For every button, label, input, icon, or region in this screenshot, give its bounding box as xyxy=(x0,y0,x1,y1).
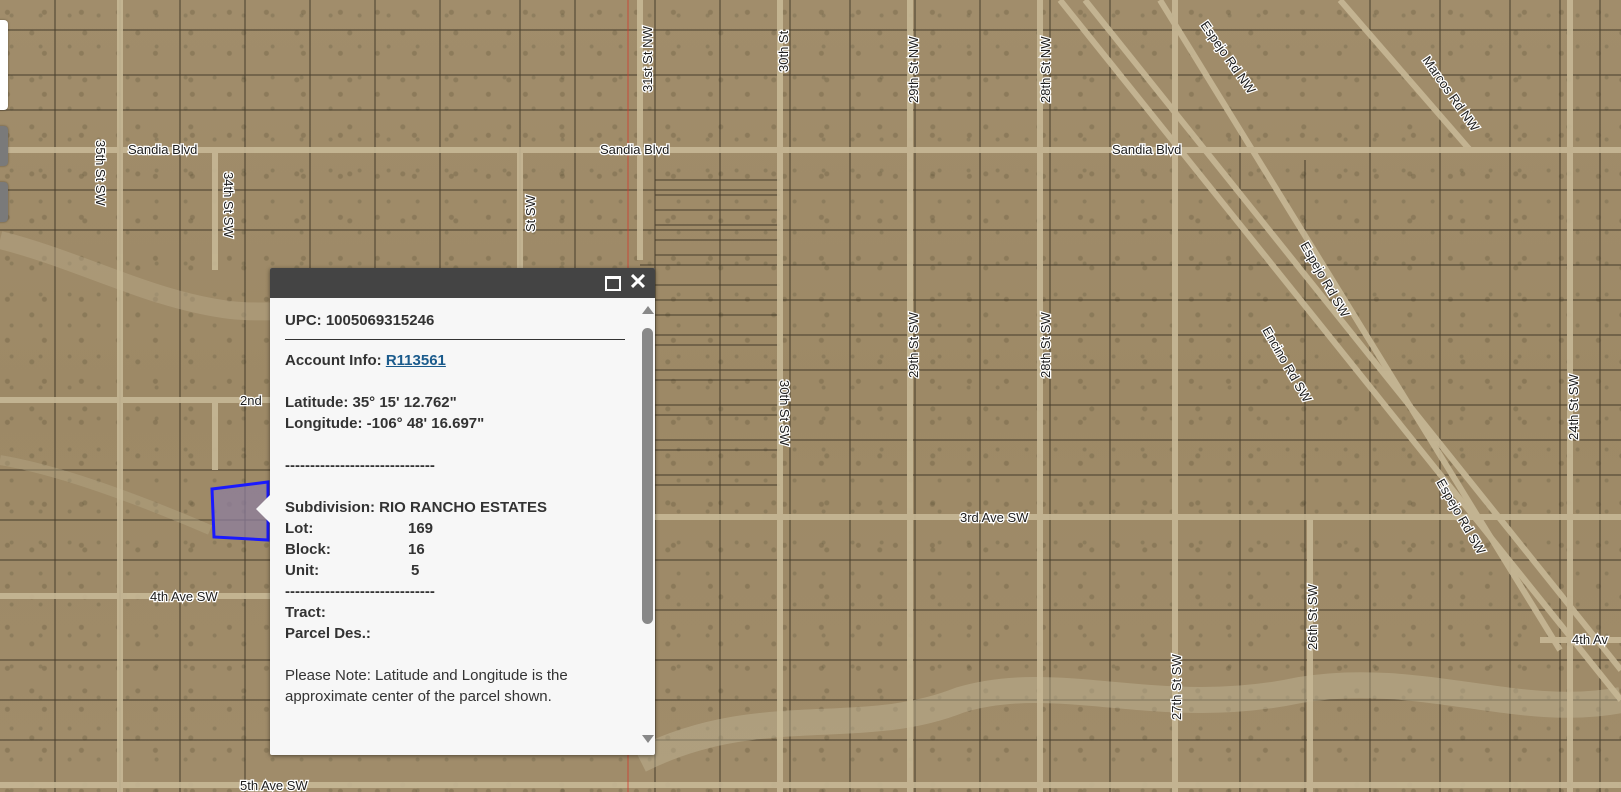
popup-scrollbar[interactable] xyxy=(640,298,655,755)
longitude-text: Longitude: -106° 48' 16.697" xyxy=(285,415,485,432)
road-label: Sandia Blvd xyxy=(1112,142,1181,157)
road-label: 4th Ave SW xyxy=(150,589,218,604)
account-label: Account Info: xyxy=(285,352,386,369)
tract-label: Tract: xyxy=(285,604,326,621)
parcel-info-popup[interactable]: ✕ UPC: 1005069315246 Account Info: R1135… xyxy=(256,268,655,755)
subdivision-text: Subdivision: RIO RANCHO ESTATES xyxy=(285,499,547,516)
road-label: 28th St SW xyxy=(1038,312,1053,378)
map-tool-button[interactable] xyxy=(0,182,8,222)
unit-label: Unit: xyxy=(285,562,320,579)
road-label: 29th St SW xyxy=(906,312,921,378)
road-label: Sandia Blvd xyxy=(128,142,197,157)
road-label: 24th St SW xyxy=(1566,374,1581,440)
lot-label: Lot: xyxy=(285,520,314,537)
lot-row: Lot: 169 xyxy=(285,518,640,539)
popup-pointer xyxy=(256,495,270,523)
road-label: 29th St NW xyxy=(906,36,921,103)
block-value: 16 xyxy=(408,541,425,558)
upc-text: UPC: 1005069315246 xyxy=(285,310,625,340)
road-label: Encino Rd SW xyxy=(1259,324,1315,405)
scroll-down-icon[interactable] xyxy=(642,735,654,743)
road-label: 30th St xyxy=(776,30,791,72)
parcel-des-label: Parcel Des.: xyxy=(285,625,371,642)
road-label: 2nd xyxy=(240,393,262,408)
road-label: 28th St NW xyxy=(1038,36,1053,103)
separator: ------------------------------ xyxy=(285,583,435,600)
road-label: 3rd Ave SW xyxy=(960,510,1029,525)
separator: ------------------------------ xyxy=(285,457,435,474)
road-label: Marcos Rd NW xyxy=(1420,53,1483,134)
road-label: 30th St SW xyxy=(777,380,792,446)
unit-value: 5 xyxy=(411,562,420,579)
road-label: 34th St SW xyxy=(221,172,236,238)
wash xyxy=(634,672,1621,772)
account-link[interactable]: R113561 xyxy=(386,352,446,369)
road-label: 26th St SW xyxy=(1305,584,1320,650)
popup-header: ✕ xyxy=(270,268,655,298)
close-icon[interactable]: ✕ xyxy=(627,271,649,293)
scroll-thumb[interactable] xyxy=(642,328,653,624)
road-label: 4th Av xyxy=(1572,632,1608,647)
map-tool-button[interactable] xyxy=(0,126,8,166)
map-view[interactable]: Sandia Blvd Sandia Blvd Sandia Blvd 2nd … xyxy=(0,0,1621,792)
note-text: Please Note: Latitude and Longitude is t… xyxy=(285,667,568,705)
zoom-control[interactable] xyxy=(0,20,8,110)
maximize-icon[interactable] xyxy=(605,276,621,291)
block-row: Block: 16 xyxy=(285,539,640,560)
unit-row: Unit: 5 xyxy=(285,560,640,581)
latitude-text: Latitude: 35° 15' 12.762" xyxy=(285,394,457,411)
road-label: Sandia Blvd xyxy=(600,142,669,157)
road-label: 27th St SW xyxy=(1169,654,1184,720)
road-label: 31st St NW xyxy=(640,26,655,92)
block-label: Block: xyxy=(285,541,331,558)
road-label: 35th St SW xyxy=(93,140,108,206)
map-canvas[interactable]: Sandia Blvd Sandia Blvd Sandia Blvd 2nd … xyxy=(0,0,1621,792)
account-info: Account Info: R113561 xyxy=(285,350,640,371)
scroll-up-icon[interactable] xyxy=(642,306,654,314)
road-label: St SW xyxy=(523,194,538,232)
lot-value: 169 xyxy=(408,520,434,537)
popup-content: UPC: 1005069315246 Account Info: R113561… xyxy=(270,298,640,755)
road-label: 5th Ave SW xyxy=(240,778,308,792)
